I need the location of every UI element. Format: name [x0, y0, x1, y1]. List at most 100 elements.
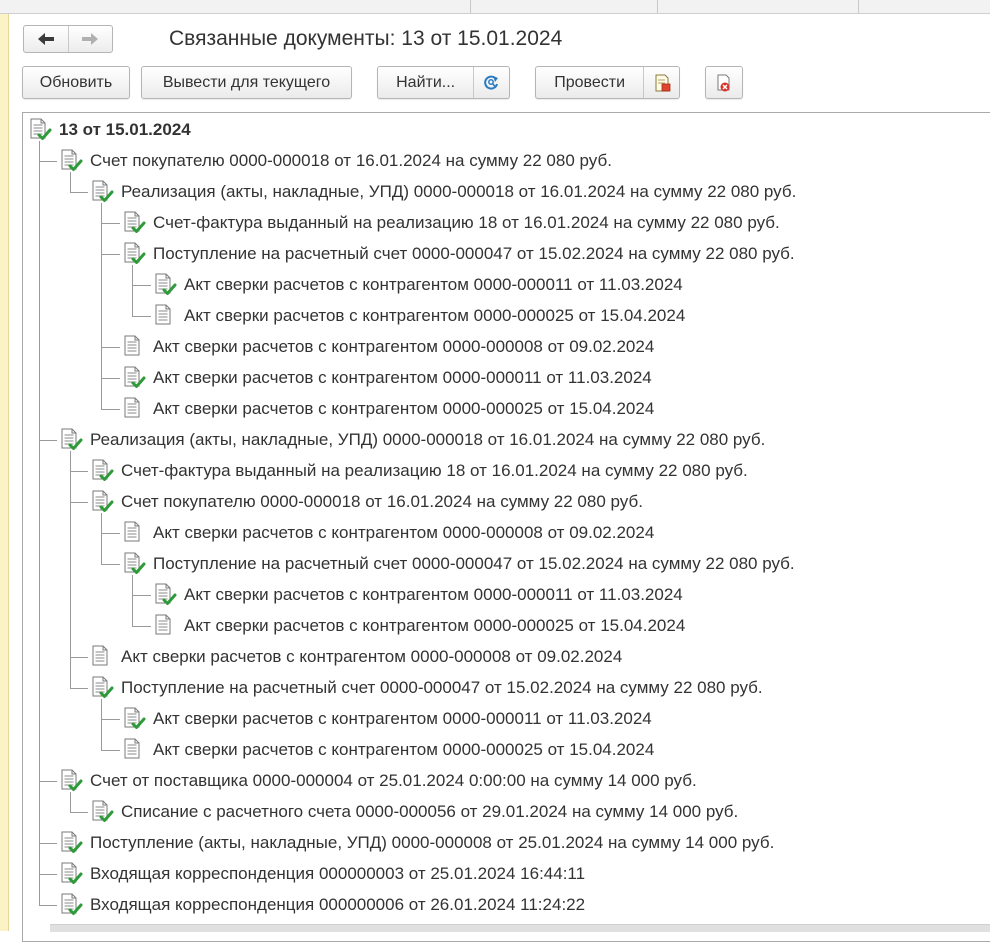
document-posted-icon [59, 769, 83, 793]
tree-row-label: Поступление на расчетный счет 0000-00004… [121, 678, 763, 697]
tree-row-label: Счет от поставщика 0000-000004 от 25.01.… [90, 771, 697, 790]
tree-row-label: Входящая корреспонденция 000000003 от 25… [90, 864, 586, 883]
tree-row-label: Поступление (акты, накладные, УПД) 0000-… [90, 833, 775, 852]
tree-row[interactable]: Реализация (акты, накладные, УПД) 0000-0… [59, 427, 765, 453]
tree-row[interactable]: Акт сверки расчетов с контрагентом 0000-… [122, 706, 652, 732]
document-icon [122, 521, 146, 545]
tree-connector-line [101, 409, 120, 410]
document-posted-icon [90, 459, 114, 483]
tree-connector-line [39, 440, 57, 441]
tree-row[interactable]: 13 от 15.01.2024 [28, 117, 191, 143]
document-icon [122, 397, 146, 421]
tree-row-label: Акт сверки расчетов с контрагентом 0000-… [153, 740, 655, 759]
tree-row[interactable]: Акт сверки расчетов с контрагентом 0000-… [90, 644, 622, 670]
tree-connector-line [132, 575, 133, 626]
document-posted-icon [28, 118, 52, 142]
tree-row[interactable]: Акт сверки расчетов с контрагентом 0000-… [153, 613, 685, 639]
output-current-button[interactable]: Вывести для текущего [141, 66, 352, 99]
document-post-icon [655, 74, 671, 91]
tree-connector-line [101, 564, 120, 565]
tree-connector-line [39, 905, 57, 906]
tree-row[interactable]: Счет-фактура выданный на реализацию 18 о… [122, 210, 780, 236]
tree-row[interactable]: Поступление (акты, накладные, УПД) 0000-… [59, 830, 774, 856]
tree-connector-line [39, 843, 57, 844]
tree-row[interactable]: Акт сверки расчетов с контрагентом 0000-… [122, 396, 654, 422]
window-title: Связанные документы: 13 от 15.01.2024 [169, 27, 563, 50]
tree-connector-line [132, 316, 151, 317]
tree-connector-line [39, 161, 57, 162]
refresh-button[interactable]: Обновить [22, 66, 130, 99]
tree-row[interactable]: Акт сверки расчетов с контрагентом 0000-… [122, 737, 654, 763]
tree-row[interactable]: Счет-фактура выданный на реализацию 18 о… [90, 458, 748, 484]
tree-connector-line [101, 347, 120, 348]
tree-row[interactable]: Счет покупателю 0000-000018 от 16.01.202… [90, 489, 643, 515]
document-icon [122, 738, 146, 762]
find-refresh-button[interactable] [473, 67, 509, 98]
tree-row-label: Счет-фактура выданный на реализацию 18 о… [121, 461, 748, 480]
document-posted-icon [122, 242, 146, 266]
tree-row-label: Реализация (акты, накладные, УПД) 0000-0… [121, 182, 797, 201]
tree-row[interactable]: Счет от поставщика 0000-000004 от 25.01.… [59, 768, 697, 794]
tree-row[interactable]: Списание с расчетного счета 0000-000056 … [90, 799, 738, 825]
tree-row-label: Акт сверки расчетов с контрагентом 0000-… [184, 275, 683, 294]
tree-row[interactable]: Поступление на расчетный счет 0000-00004… [122, 241, 795, 267]
tree-row-label: Акт сверки расчетов с контрагентом 0000-… [153, 709, 652, 728]
tree-row-label: Акт сверки расчетов с контрагентом 0000-… [153, 399, 655, 418]
document-posted-icon [122, 552, 146, 576]
tree-connector-line [132, 265, 133, 316]
tree-row-label: Акт сверки расчетов с контрагентом 0000-… [153, 368, 652, 387]
tree-row[interactable]: Акт сверки расчетов с контрагентом 0000-… [122, 520, 654, 546]
tree-connector-line [70, 502, 88, 503]
document-posted-icon [153, 583, 177, 607]
tree-connector-line [101, 254, 120, 255]
tree-connector-line [39, 781, 57, 782]
document-posted-icon [153, 273, 177, 297]
post-and-close-button[interactable] [643, 67, 679, 98]
history-navigation [23, 25, 113, 53]
tree-row[interactable]: Акт сверки расчетов с контрагентом 0000-… [122, 365, 652, 391]
tree-row-label: Акт сверки расчетов с контрагентом 0000-… [184, 306, 686, 325]
post-button[interactable]: Провести [536, 67, 643, 98]
document-icon [122, 335, 146, 359]
document-icon [153, 304, 177, 328]
tree-connector-line [70, 688, 88, 689]
forward-button[interactable] [67, 26, 113, 52]
tree-row[interactable]: Акт сверки расчетов с контрагентом 0000-… [153, 272, 683, 298]
tree-connector-line [70, 192, 88, 193]
tree-row[interactable]: Поступление на расчетный счет 0000-00004… [90, 675, 763, 701]
tree-row[interactable]: Счет покупателю 0000-000018 от 16.01.202… [59, 148, 612, 174]
previous-window-tabs [0, 0, 990, 14]
tree-connector-line [132, 595, 151, 596]
tree-row-label: Акт сверки расчетов с контрагентом 0000-… [184, 585, 683, 604]
tree-row[interactable]: Входящая корреспонденция 000000003 от 25… [59, 861, 585, 887]
tree-row[interactable]: Акт сверки расчетов с контрагентом 0000-… [153, 582, 683, 608]
document-posted-icon [59, 862, 83, 886]
tree-connector-line [39, 874, 57, 875]
tree-connector-line [101, 750, 120, 751]
tree-row-label: Входящая корреспонденция 000000006 от 26… [90, 895, 586, 914]
document-posted-icon [122, 707, 146, 731]
unpost-button[interactable] [705, 66, 743, 99]
tree-row-label: Акт сверки расчетов с контрагентом 0000-… [153, 523, 655, 542]
document-posted-icon [122, 211, 146, 235]
document-posted-icon [90, 676, 114, 700]
arrow-right-icon [82, 33, 99, 45]
tree-row-label: Акт сверки расчетов с контрагентом 0000-… [153, 337, 655, 356]
tab-divider [470, 0, 471, 13]
tree-connector-line [70, 451, 71, 688]
back-button[interactable] [24, 26, 68, 52]
find-button[interactable]: Найти... [378, 67, 473, 98]
document-posted-icon [59, 893, 83, 917]
tree-row[interactable]: Входящая корреспонденция 000000006 от 26… [59, 892, 585, 918]
search-refresh-icon [483, 75, 498, 90]
tree-row[interactable]: Реализация (акты, накладные, УПД) 0000-0… [90, 179, 796, 205]
document-unpost-icon [717, 74, 730, 91]
tree-connector-line [70, 657, 88, 658]
tree-row[interactable]: Акт сверки расчетов с контрагентом 0000-… [153, 303, 685, 329]
tree-row[interactable]: Акт сверки расчетов с контрагентом 0000-… [122, 334, 654, 360]
tree-row-label: Акт сверки расчетов с контрагентом 0000-… [184, 616, 686, 635]
tree-row[interactable]: Поступление на расчетный счет 0000-00004… [122, 551, 795, 577]
tree-row-label: Счет покупателю 0000-000018 от 16.01.202… [90, 151, 612, 170]
document-icon [153, 614, 177, 638]
tree-connector-line [70, 471, 88, 472]
